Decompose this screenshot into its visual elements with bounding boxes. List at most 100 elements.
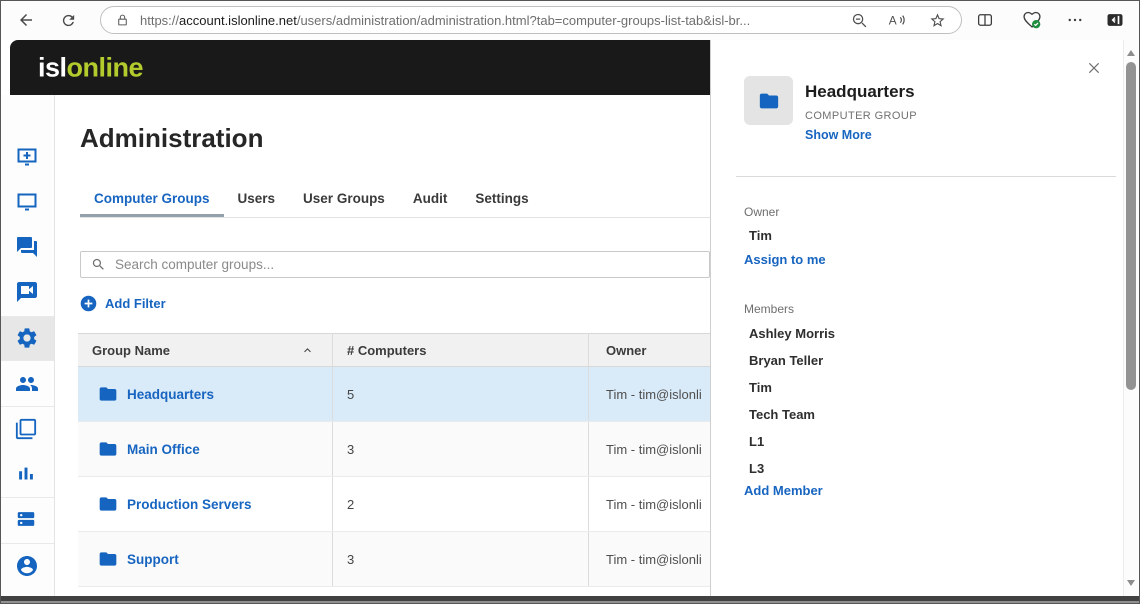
sidebar-divider [0, 543, 54, 544]
tab-users[interactable]: Users [224, 189, 290, 217]
folder-icon [98, 494, 118, 514]
url-scheme: https:// [140, 13, 179, 28]
tab-computer-groups[interactable]: Computer Groups [80, 189, 224, 217]
page-title: Administration [80, 123, 263, 154]
search-box [80, 251, 710, 278]
sidebar-divider [0, 316, 54, 317]
member-item: L1 [749, 434, 764, 449]
split-screen-button[interactable] [973, 8, 997, 32]
sidebar-toggle-icon [1105, 10, 1125, 30]
sidebar-item-computers[interactable] [15, 190, 39, 214]
star-icon [929, 12, 946, 29]
lock-icon[interactable] [116, 13, 129, 27]
panel-scrollbar [1123, 40, 1138, 596]
address-bar[interactable]: https://account.islonline.net/users/admi… [100, 6, 962, 34]
panel-subtitle: COMPUTER GROUP [805, 110, 917, 122]
member-item: Tech Team [749, 407, 815, 422]
group-name-cell: Headquarters [78, 367, 332, 421]
group-name-link[interactable]: Support [127, 552, 179, 567]
chat-icon [15, 235, 39, 259]
tab-settings[interactable]: Settings [461, 189, 542, 217]
islonline-logo[interactable]: islonline [38, 52, 143, 83]
member-item: Tim [749, 380, 772, 395]
account-circle-icon [15, 554, 39, 578]
scrollbar-thumb[interactable] [1126, 62, 1136, 390]
member-item: Bryan Teller [749, 353, 823, 368]
add-filter-label: Add Filter [105, 296, 166, 311]
sidebar-item-servers[interactable] [15, 508, 39, 532]
sidebar-divider [0, 497, 54, 498]
sidebar-item-administration[interactable] [15, 326, 39, 350]
table-row-headquarters[interactable]: Headquarters 5 Tim - tim@islonli [78, 367, 710, 422]
table-row-production-servers[interactable]: Production Servers 2 Tim - tim@islonli [78, 477, 710, 532]
browser-toolbar: https://account.islonline.net/users/admi… [0, 0, 1140, 40]
sidebar-item-account[interactable] [15, 554, 39, 578]
logo-part-isl: isl [38, 52, 67, 82]
show-more-link[interactable]: Show More [805, 128, 872, 142]
url-domain: account.islonline.net [179, 13, 297, 28]
browser-essentials-button[interactable] [1020, 8, 1044, 32]
read-aloud-button[interactable]: A [888, 12, 907, 28]
sidebar-divider [0, 406, 54, 407]
computers-count: 3 [347, 442, 354, 457]
browser-window: https://account.islonline.net/users/admi… [0, 0, 1140, 604]
sidebar-item-reports[interactable] [15, 463, 39, 487]
back-button[interactable] [14, 8, 38, 32]
computers-count: 3 [347, 552, 354, 567]
computer-icon [15, 190, 39, 214]
group-name-cell: Main Office [78, 422, 332, 476]
table-header-row: Group Name # Computers Owner [78, 334, 710, 367]
settings-menu-button[interactable] [1063, 8, 1087, 32]
bar-chart-icon [15, 463, 37, 485]
zoom-out-button[interactable] [851, 12, 868, 29]
sort-asc-icon [301, 344, 314, 357]
add-member-link[interactable]: Add Member [744, 483, 823, 498]
computers-count-cell: 3 [332, 422, 588, 476]
group-name-link[interactable]: Headquarters [127, 387, 214, 402]
group-name-link[interactable]: Production Servers [127, 497, 252, 512]
scroll-up-arrow[interactable] [1127, 50, 1135, 56]
main-content: Administration Computer Groups Users Use… [56, 95, 710, 596]
assign-to-me-link[interactable]: Assign to me [744, 252, 826, 267]
sidebar-item-chat[interactable] [15, 235, 39, 259]
search-icon [91, 257, 106, 272]
owner-name: Tim [749, 228, 772, 243]
column-header-computers[interactable]: # Computers [332, 334, 588, 366]
owner-cell: Tim - tim@islonli [588, 532, 710, 586]
app-header: islonline [10, 40, 710, 95]
video-chat-icon [15, 280, 39, 304]
detail-panel: Headquarters COMPUTER GROUP Show More Ow… [710, 40, 1140, 596]
logo-part-online: online [67, 52, 144, 82]
member-item: Ashley Morris [749, 326, 835, 341]
add-filter-button[interactable]: Add Filter [80, 295, 166, 312]
zoom-out-icon [851, 12, 868, 29]
panel-close-button[interactable] [1083, 57, 1105, 79]
group-name-cell: Support [78, 532, 332, 586]
plus-circle-icon [80, 295, 97, 312]
computer-groups-table: Group Name # Computers Owner Headquarter… [78, 333, 710, 587]
sidebar-toggle-button[interactable] [1103, 8, 1127, 32]
refresh-button[interactable] [56, 8, 80, 32]
column-label: Owner [606, 343, 646, 358]
column-header-owner[interactable]: Owner [588, 334, 710, 366]
member-item: L3 [749, 461, 764, 476]
sidebar-divider [0, 360, 54, 361]
scroll-down-arrow[interactable] [1127, 580, 1135, 586]
group-avatar-tile [744, 76, 793, 125]
favorites-button[interactable] [929, 12, 946, 29]
tab-audit[interactable]: Audit [399, 189, 462, 217]
tab-user-groups[interactable]: User Groups [289, 189, 399, 217]
owner-cell: Tim - tim@islonli [588, 477, 710, 531]
table-row-main-office[interactable]: Main Office 3 Tim - tim@islonli [78, 422, 710, 477]
group-name-link[interactable]: Main Office [127, 442, 200, 457]
folder-icon [98, 549, 118, 569]
search-input[interactable] [115, 257, 709, 272]
sidebar-item-add-computer[interactable] [15, 145, 39, 169]
column-header-group-name[interactable]: Group Name [78, 334, 332, 366]
sidebar-item-sessions[interactable] [15, 418, 39, 442]
sidebar-item-users[interactable] [15, 372, 39, 396]
sidebar-item-video-session[interactable] [15, 280, 39, 304]
table-row-support[interactable]: Support 3 Tim - tim@islonli [78, 532, 710, 587]
owner-text: Tim - tim@islonli [606, 442, 702, 457]
back-arrow-icon [17, 11, 35, 29]
